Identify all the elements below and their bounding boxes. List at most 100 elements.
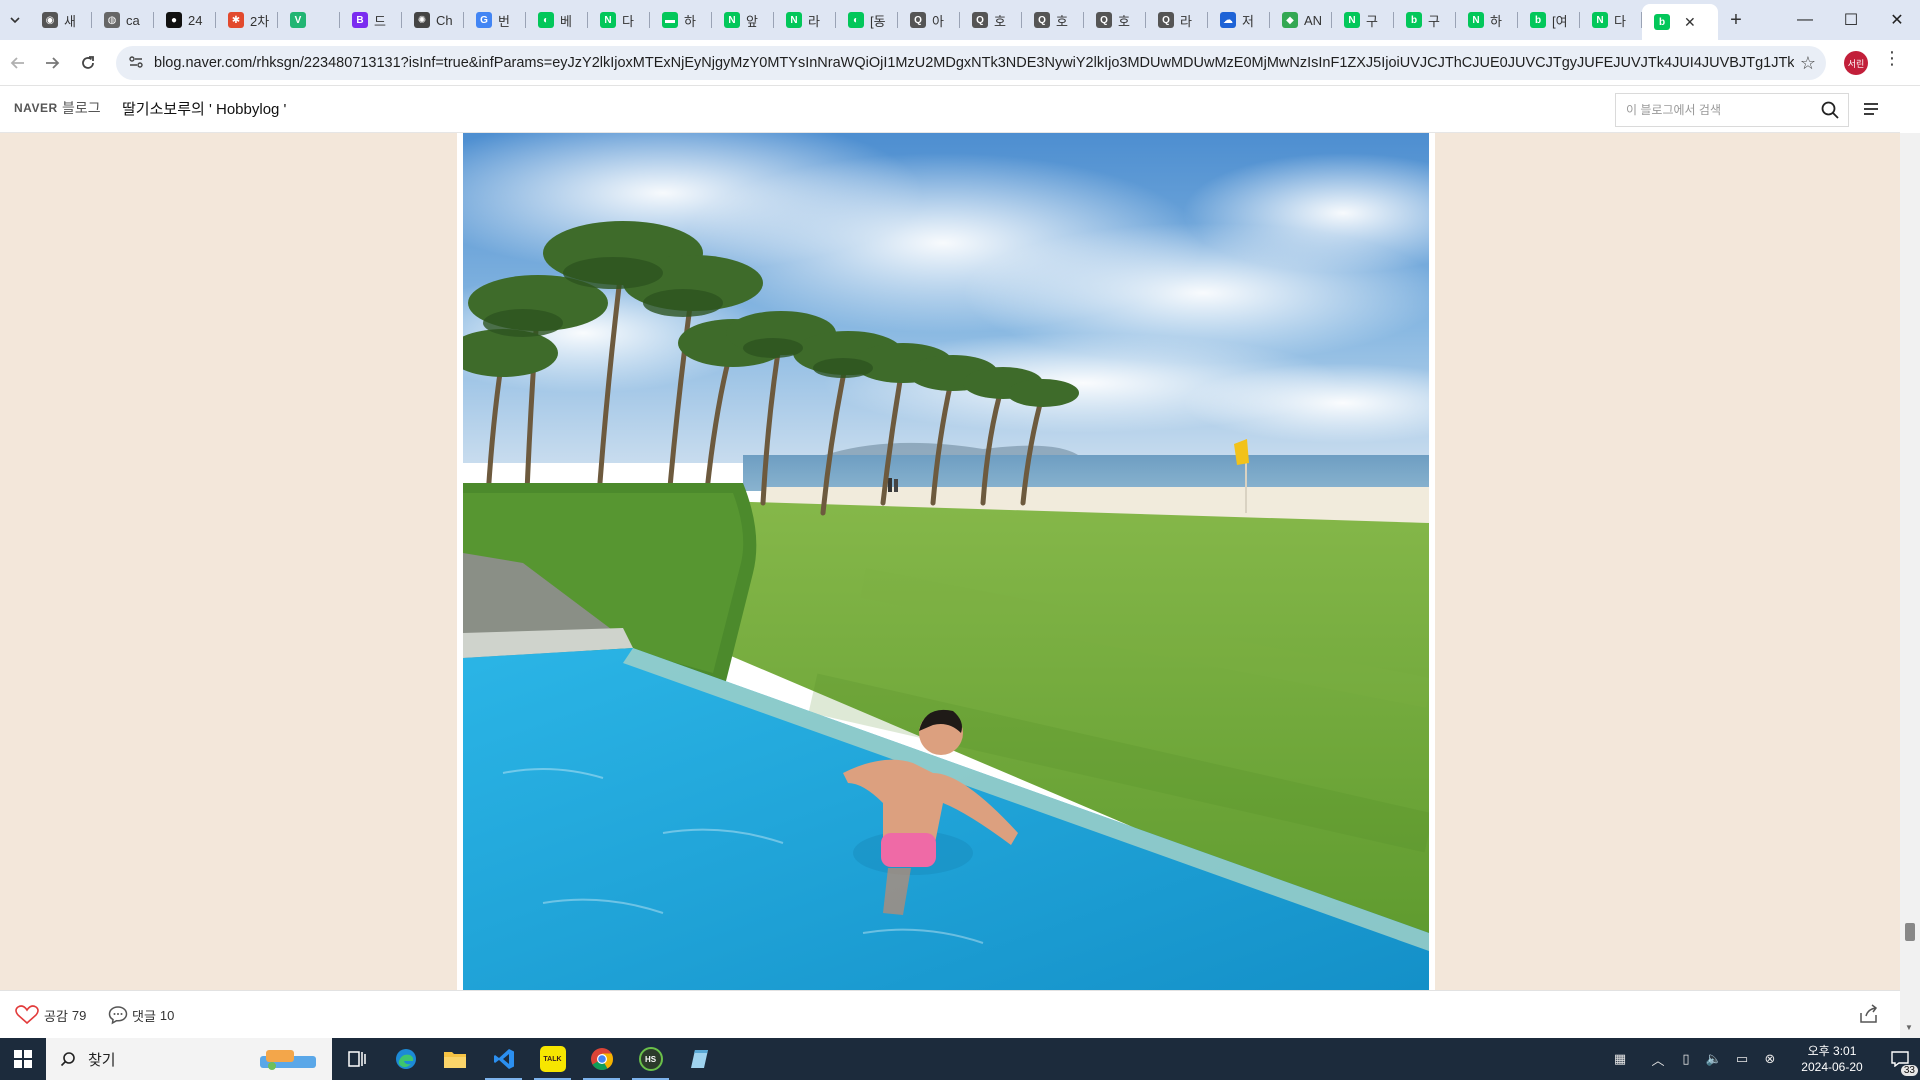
search-icon[interactable] (1820, 100, 1840, 125)
active-browser-tab[interactable]: b ✕ (1642, 4, 1718, 40)
task-view-button[interactable] (332, 1038, 381, 1080)
device-icon[interactable]: ▯ (1674, 1051, 1698, 1067)
windows-logo-icon (14, 1050, 32, 1068)
tab-list: ◉ 새 ◍ ca ● 24 ✱ 2차 V B 드 ✺ Ch G 번 ◐ 베 N 다 ▬ 하 N 앞 N 라 ◐ [동 Q 아 Q 호 Q 호 Q 호… (30, 0, 1718, 40)
edge-icon (395, 1049, 416, 1069)
notification-button[interactable]: 33 (1880, 1038, 1920, 1080)
new-tab-button[interactable]: + (1718, 0, 1754, 40)
browser-tab[interactable]: N다 (588, 0, 650, 40)
naver-icon: N (1468, 12, 1484, 28)
browser-tab[interactable]: Q라 (1146, 0, 1208, 40)
volume-icon[interactable]: 🔈 (1702, 1051, 1726, 1067)
taskbar-search[interactable]: 찾기 (46, 1038, 332, 1080)
blog-search-box (1615, 93, 1849, 127)
search-q-icon: Q (910, 12, 926, 28)
browser-tab[interactable]: ● 24 (154, 0, 216, 40)
start-button[interactable] (0, 1038, 46, 1080)
naver-logo[interactable]: NAVER (14, 101, 58, 115)
browser-tab[interactable]: ◉ 새 (30, 0, 92, 40)
scroll-down-arrow-icon[interactable]: ▼ (1905, 1023, 1913, 1032)
browser-tab[interactable]: b구 (1394, 0, 1456, 40)
browser-tab[interactable]: ☁ 저 (1208, 0, 1270, 40)
window-controls: — ☐ ✕ (1782, 0, 1920, 40)
browser-tab[interactable]: ◍ ca (92, 0, 154, 40)
comment-count: 10 (159, 1007, 175, 1023)
browser-tab[interactable]: ◐ [동 (836, 0, 898, 40)
close-tab-icon[interactable]: ✕ (1684, 14, 1696, 31)
keyboard-ime-icon[interactable]: ▦ (1608, 1051, 1632, 1067)
browser-tab[interactable]: ◆ AN (1270, 0, 1332, 40)
profile-avatar[interactable]: 서린 (1844, 51, 1868, 75)
post-photo[interactable] (463, 133, 1429, 990)
browser-tab[interactable]: G번 (464, 0, 526, 40)
browser-tab[interactable]: ▬ 하 (650, 0, 712, 40)
network-icon[interactable]: ▭ (1730, 1051, 1754, 1067)
url-text[interactable]: blog.naver.com/rhksgn/223480713131?isInf… (154, 55, 1794, 71)
hs-app[interactable]: HS (626, 1038, 675, 1080)
chrome-app[interactable] (577, 1038, 626, 1080)
browser-tab[interactable]: N앞 (712, 0, 774, 40)
hs-label: HS (644, 1054, 657, 1064)
tab-label: 호 (994, 13, 1006, 29)
system-tray: ▦ ︿ ▯ 🔈 ▭ ⊗ 오후 3:01 2024-06-20 33 (1606, 1038, 1920, 1080)
like-count: 79 (71, 1007, 87, 1023)
browser-tab[interactable]: ✱ 2차 (216, 0, 278, 40)
browser-tab[interactable]: N라 (774, 0, 836, 40)
status-x-icon[interactable]: ⊗ (1758, 1051, 1782, 1067)
browser-tab[interactable]: B드 (340, 0, 402, 40)
taskbar-clock[interactable]: 오후 3:01 2024-06-20 (1790, 1043, 1874, 1075)
reload-button[interactable] (70, 45, 106, 81)
scrollbar-thumb[interactable] (1905, 923, 1915, 941)
chevron-down-icon (10, 17, 20, 24)
browser-tab[interactable]: Q호 (1084, 0, 1146, 40)
minimize-button[interactable]: — (1782, 0, 1828, 40)
blog-title[interactable]: 딸기소보루의 ' Hobbylog ' (122, 98, 286, 119)
kakaotalk-app[interactable]: TALK (528, 1038, 577, 1080)
browser-tab[interactable]: Q호 (960, 0, 1022, 40)
browser-tab[interactable]: b [여 (1518, 0, 1580, 40)
heart-icon (15, 1005, 39, 1025)
resort-pool-photo (463, 133, 1429, 990)
kakaotalk-label: TALK (543, 1055, 562, 1063)
tab-label: 호 (1056, 13, 1068, 29)
arrow-left-icon (10, 57, 24, 69)
address-bar[interactable]: blog.naver.com/rhksgn/223480713131?isInf… (116, 46, 1826, 80)
tab-label: 구 (1366, 13, 1378, 29)
clock-time: 오후 3:01 (1807, 1044, 1857, 1058)
close-window-button[interactable]: ✕ (1874, 0, 1920, 40)
chrome-menu-button[interactable]: ⋮ (1882, 48, 1902, 69)
blog-search-input[interactable] (1616, 103, 1806, 117)
browser-tab[interactable]: N하 (1456, 0, 1518, 40)
file-explorer-app[interactable] (430, 1038, 479, 1080)
page-scrollbar[interactable]: ▼ (1900, 133, 1920, 1038)
tab-label: AN (1304, 12, 1323, 28)
share-button[interactable] (1858, 1003, 1880, 1030)
notepad-app[interactable] (675, 1038, 724, 1080)
browser-tab[interactable]: N구 (1332, 0, 1394, 40)
tab-label: 저 (1242, 13, 1254, 29)
chevron-up-icon[interactable]: ︿ (1646, 1050, 1670, 1069)
vscode-app[interactable] (479, 1038, 528, 1080)
back-button[interactable] (0, 45, 36, 81)
maximize-button[interactable]: ☐ (1828, 0, 1874, 40)
tab-label: 2차 (250, 13, 270, 29)
blog-home-link[interactable]: 블로그 (62, 98, 101, 118)
search-q-icon: Q (1034, 12, 1050, 28)
bookmark-star-icon[interactable]: ☆ (1800, 53, 1816, 74)
browser-tab[interactable]: V (278, 0, 340, 40)
comment-button[interactable]: 댓글 10 (108, 1005, 174, 1025)
browser-tab[interactable]: ◐ 베 (526, 0, 588, 40)
browser-tab[interactable]: Q아 (898, 0, 960, 40)
forward-button[interactable] (34, 45, 70, 81)
edge-app[interactable] (381, 1038, 430, 1080)
naver-icon: N (1592, 12, 1608, 28)
browser-tab[interactable]: N다 (1580, 0, 1642, 40)
menu-icon[interactable] (1862, 101, 1880, 122)
tab-label: 하 (684, 13, 696, 29)
tab-search-button[interactable] (0, 0, 30, 40)
site-info-icon[interactable] (128, 54, 144, 73)
browser-tab[interactable]: Q호 (1022, 0, 1084, 40)
like-button[interactable]: 공감 79 (14, 1005, 86, 1025)
task-view-icon (347, 1051, 366, 1067)
browser-tab[interactable]: ✺ Ch (402, 0, 464, 40)
